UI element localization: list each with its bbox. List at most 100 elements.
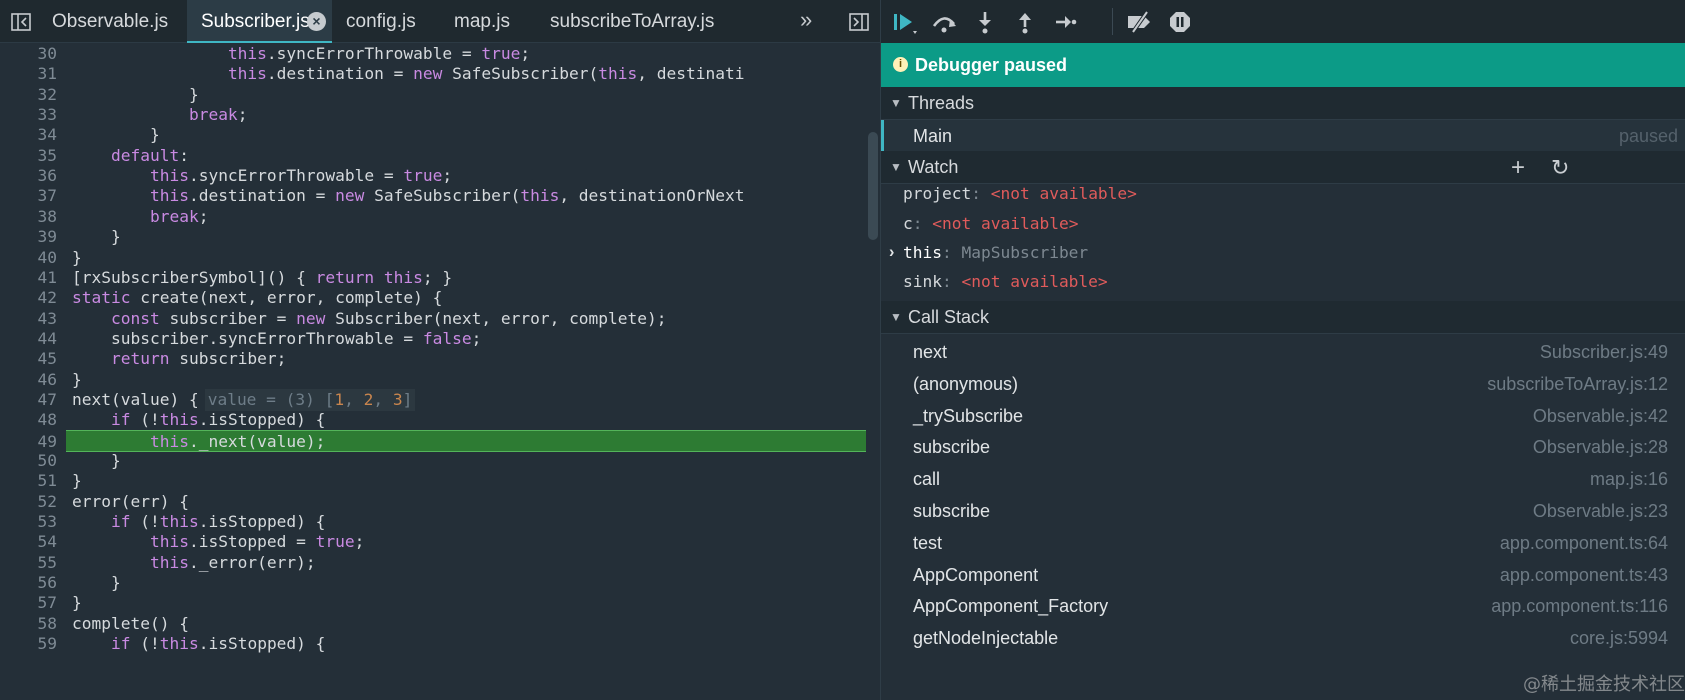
- line-number[interactable]: 58: [0, 613, 58, 635]
- code-line[interactable]: 46}: [0, 369, 866, 391]
- deactivate-breakpoints-button[interactable]: [1124, 6, 1156, 38]
- line-number[interactable]: 30: [0, 43, 58, 65]
- line-number[interactable]: 54: [0, 531, 58, 553]
- watch-value: <not available>: [932, 214, 1079, 233]
- code-line[interactable]: 54 this.isStopped = true;: [0, 531, 866, 553]
- call-stack-frame[interactable]: next Subscriber.js:49: [881, 335, 1685, 369]
- code-line[interactable]: 47 next(value) {value = (3) [1, 2, 3]: [0, 388, 866, 411]
- line-number[interactable]: 32: [0, 84, 58, 106]
- toggle-sidebar-button[interactable]: [0, 0, 42, 43]
- step-in-icon: [979, 12, 991, 34]
- line-number[interactable]: 43: [0, 308, 58, 330]
- watch-item-this[interactable]: › this: MapSubscriber: [881, 237, 1685, 268]
- thread-row-main[interactable]: Main paused: [881, 120, 1685, 153]
- line-number[interactable]: 31: [0, 63, 58, 85]
- code-line[interactable]: 45 return subscriber;: [0, 348, 866, 370]
- code-line[interactable]: 55 this._error(err);: [0, 552, 866, 574]
- line-number[interactable]: 38: [0, 206, 58, 228]
- line-number[interactable]: 44: [0, 328, 58, 350]
- line-number[interactable]: 55: [0, 552, 58, 574]
- resume-button[interactable]: [889, 6, 921, 38]
- code-line[interactable]: 38 break;: [0, 206, 866, 228]
- thread-name: Main: [913, 126, 953, 146]
- line-number[interactable]: 42: [0, 287, 58, 309]
- code-line[interactable]: 50 }: [0, 450, 866, 472]
- toggle-debugger-panel-button[interactable]: [838, 0, 880, 43]
- line-number[interactable]: 45: [0, 348, 58, 370]
- call-stack-title: Call Stack: [908, 307, 990, 327]
- code-line[interactable]: 48 if (!this.isStopped) {: [0, 409, 866, 431]
- call-stack-frame[interactable]: subscribe Observable.js:28: [881, 430, 1685, 464]
- tab-subscribetoarray-js[interactable]: subscribeToArray.js: [536, 0, 736, 43]
- code-line[interactable]: 53 if (!this.isStopped) {: [0, 511, 866, 533]
- code-line[interactable]: 58 complete() {: [0, 613, 866, 635]
- line-number[interactable]: 33: [0, 104, 58, 126]
- line-number[interactable]: 56: [0, 572, 58, 594]
- code-view[interactable]: 30 this.syncErrorThrowable = true; 31 thi…: [0, 43, 866, 700]
- code-line[interactable]: 41 [rxSubscriberSymbol]() { return this; …: [0, 267, 866, 289]
- line-number[interactable]: 51: [0, 470, 58, 492]
- code-line[interactable]: 35 default:: [0, 145, 866, 167]
- pause-on-exceptions-button[interactable]: [1164, 6, 1196, 38]
- call-stack-frame[interactable]: _trySubscribe Observable.js:42: [881, 399, 1685, 433]
- line-number[interactable]: 48: [0, 409, 58, 431]
- close-tab-icon[interactable]: ×: [307, 12, 326, 31]
- step-out-button[interactable]: [1009, 6, 1041, 38]
- call-stack-frame[interactable]: test app.component.ts:64: [881, 526, 1685, 560]
- code-line[interactable]: 44 subscriber.syncErrorThrowable = false…: [0, 328, 866, 350]
- line-number[interactable]: 36: [0, 165, 58, 187]
- line-number[interactable]: 40: [0, 247, 58, 269]
- line-number[interactable]: 59: [0, 633, 58, 655]
- line-number[interactable]: 35: [0, 145, 58, 167]
- call-stack-frame[interactable]: getNodeInjectable core.js:5994: [881, 621, 1685, 655]
- call-stack-frame[interactable]: call map.js:16: [881, 462, 1685, 496]
- line-number[interactable]: 47: [0, 389, 58, 411]
- code-line[interactable]: 30 this.syncErrorThrowable = true;: [0, 43, 866, 65]
- code-line[interactable]: 42 static create(next, error, complete) {: [0, 287, 866, 309]
- line-number[interactable]: 52: [0, 491, 58, 513]
- code-line[interactable]: 36 this.syncErrorThrowable = true;: [0, 165, 866, 187]
- code-line[interactable]: 52 error(err) {: [0, 491, 866, 513]
- code-line[interactable]: 37 this.destination = new SafeSubscriber…: [0, 185, 866, 207]
- line-number[interactable]: 37: [0, 185, 58, 207]
- line-number[interactable]: 41: [0, 267, 58, 289]
- code-line[interactable]: 31 this.destination = new SafeSubscriber…: [0, 63, 866, 85]
- step-in-button[interactable]: [969, 6, 1001, 38]
- step-over-button[interactable]: [929, 6, 961, 38]
- line-number[interactable]: 50: [0, 450, 58, 472]
- frame-function: call: [913, 469, 941, 490]
- code-line[interactable]: 40}: [0, 247, 866, 269]
- paused-code-line[interactable]: 49 this._next(value);: [38, 429, 866, 452]
- line-number[interactable]: 34: [0, 124, 58, 146]
- line-number[interactable]: 46: [0, 369, 58, 391]
- code-line[interactable]: 39 }: [0, 226, 866, 248]
- code-line[interactable]: 51}: [0, 470, 866, 492]
- editor-scrollbar-thumb[interactable]: [868, 132, 878, 240]
- code-line[interactable]: 34 }: [0, 124, 866, 146]
- code-line[interactable]: 57}: [0, 592, 866, 614]
- code-line[interactable]: 33 break;: [0, 104, 866, 126]
- more-tabs-icon[interactable]: »: [800, 0, 812, 43]
- code-line[interactable]: 43 const subscriber = new Subscriber(nex…: [0, 308, 866, 330]
- call-stack-frame[interactable]: AppComponent_Factory app.component.ts:116: [881, 589, 1685, 623]
- watch-item-c[interactable]: c: <not available>: [881, 208, 1685, 239]
- line-number[interactable]: 57: [0, 592, 58, 614]
- line-number[interactable]: 53: [0, 511, 58, 533]
- tab-subscriber-js[interactable]: Subscriber.js ×: [187, 0, 332, 43]
- threads-header[interactable]: ▼ Threads: [881, 87, 1685, 120]
- call-stack-frame[interactable]: (anonymous) subscribeToArray.js:12: [881, 367, 1685, 401]
- watch-item-project[interactable]: project: <not available>: [881, 178, 1685, 209]
- step-button[interactable]: [1049, 6, 1081, 38]
- code-line[interactable]: 32 }: [0, 84, 866, 106]
- code-line[interactable]: 56 }: [0, 572, 866, 594]
- tab-map-js[interactable]: map.js: [440, 0, 536, 43]
- watch-item-sink[interactable]: sink: <not available>: [881, 266, 1685, 297]
- call-stack-header[interactable]: ▼ Call Stack: [881, 301, 1685, 334]
- call-stack-frame[interactable]: AppComponent app.component.ts:43: [881, 558, 1685, 592]
- tab-config-js[interactable]: config.js: [332, 0, 440, 43]
- tab-observable-js[interactable]: Observable.js: [38, 0, 186, 43]
- code-line[interactable]: 59 if (!this.isStopped) {: [0, 633, 866, 655]
- line-number[interactable]: 39: [0, 226, 58, 248]
- call-stack-frame[interactable]: subscribe Observable.js:23: [881, 494, 1685, 528]
- expand-chevron-icon[interactable]: ›: [889, 237, 894, 268]
